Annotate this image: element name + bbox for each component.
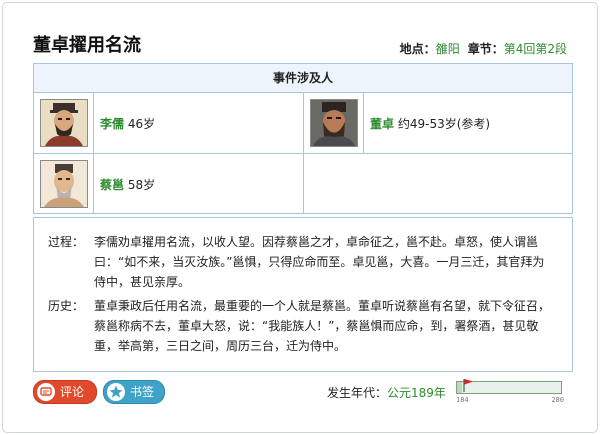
person-cell-li-ru: 李儒 46岁 xyxy=(34,93,304,153)
comment-button[interactable]: 评论 xyxy=(33,380,97,404)
timeline-start: 184 xyxy=(456,396,469,404)
person-name-link[interactable]: 董卓 xyxy=(370,117,394,131)
era-label: 发生年代： xyxy=(327,386,388,400)
event-panel: 董卓擢用名流 地点：雒阳 章节：第4回第2段 事件涉及人 李儒 46岁 董卓 约… xyxy=(2,2,598,433)
history-section: 历史： 董卓秉政后任用名流，最重要的一个人就是蔡邕。董卓听说蔡邕有名望，就下令征… xyxy=(48,296,554,356)
person-age: 46岁 xyxy=(127,117,156,131)
era-info: 发生年代：公元189年 xyxy=(327,384,446,401)
avatar-li-ru[interactable] xyxy=(40,99,88,147)
chapter-link[interactable]: 第4回第2段 xyxy=(504,42,567,56)
chapter-label: 章节： xyxy=(467,42,504,56)
person-cell-dong-zhuo: 董卓 约49-53岁(参考) xyxy=(304,93,572,153)
bookmark-button[interactable]: 书签 xyxy=(103,380,165,404)
history-text: 董卓秉政后任用名流，最重要的一个人就是蔡邕。董卓听说蔡邕有名望，就下令征召，蔡邕… xyxy=(94,299,551,353)
timeline-end: 280 xyxy=(551,396,564,404)
people-table-header: 事件涉及人 xyxy=(34,64,572,93)
person-cell-cai-yong: 蔡邕 58岁 xyxy=(34,154,304,214)
event-meta: 地点：雒阳 章节：第4回第2段 xyxy=(400,40,567,57)
process-label: 过程： xyxy=(48,235,85,249)
flag-icon xyxy=(462,378,474,392)
location-link[interactable]: 雒阳 xyxy=(436,42,460,56)
process-text: 李儒劝卓擢用名流，以收人望。因荐蔡邕之才，卓命征之，邕不赴。卓怒，使人谓邕曰：“… xyxy=(94,235,545,289)
page-title: 董卓擢用名流 xyxy=(33,35,141,56)
comment-icon xyxy=(37,383,55,401)
person-name-link[interactable]: 蔡邕 xyxy=(100,178,124,192)
event-footer: 评论 书签 发生年代：公元189年 184 280 xyxy=(33,378,571,407)
bookmark-button-label: 书签 xyxy=(130,385,155,399)
person-name-link[interactable]: 李儒 xyxy=(100,117,124,131)
era-value: 公元189年 xyxy=(387,386,446,400)
avatar-dong-zhuo[interactable] xyxy=(310,99,358,147)
location-label: 地点： xyxy=(399,42,436,56)
event-description: 过程： 李儒劝卓擢用名流，以收人望。因荐蔡邕之才，卓命征之，邕不赴。卓怒，使人谓… xyxy=(33,217,573,372)
avatar-cai-yong[interactable] xyxy=(40,160,88,208)
star-icon xyxy=(107,383,125,401)
process-section: 过程： 李儒劝卓擢用名流，以收人望。因荐蔡邕之才，卓命征之，邕不赴。卓怒，使人谓… xyxy=(48,232,554,292)
person-age: 58岁 xyxy=(127,178,156,192)
comment-button-label: 评论 xyxy=(60,385,85,399)
timeline-slider[interactable]: 184 280 xyxy=(456,378,568,407)
people-table: 事件涉及人 李儒 46岁 董卓 约49-53岁(参考) 蔡邕 58岁 xyxy=(33,63,573,214)
history-label: 历史： xyxy=(48,299,85,313)
people-row: 蔡邕 58岁 xyxy=(34,154,572,214)
people-row: 李儒 46岁 董卓 约49-53岁(参考) xyxy=(34,93,572,154)
person-cell-empty xyxy=(304,154,572,214)
person-age: 约49-53岁(参考) xyxy=(397,117,491,131)
